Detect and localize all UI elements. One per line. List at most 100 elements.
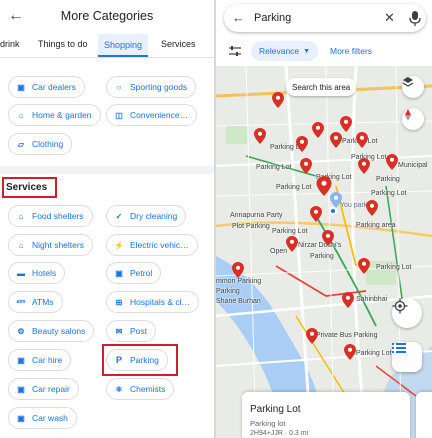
chip-electric-vehicle[interactable]: ⚡ Electric vehic…	[106, 234, 198, 256]
map-label: Parking area	[356, 222, 396, 229]
parking-pin-icon[interactable]	[310, 206, 322, 222]
beauty-icon: ⚙	[17, 326, 25, 336]
map-view[interactable]: Parking Lot Parking Lot Parking Lot Park…	[216, 66, 432, 438]
parking-pin-icon[interactable]	[366, 200, 378, 216]
parking-pin-icon[interactable]	[330, 192, 342, 208]
parking-pin-icon[interactable]	[358, 258, 370, 274]
map-canvas	[216, 66, 432, 438]
petrol-icon: ▣	[115, 268, 123, 278]
maps-panel: ← Parking ✕ Relevance ▼ More filters Par…	[216, 0, 432, 438]
chip-dry-cleaning[interactable]: ✓ Dry cleaning	[106, 205, 187, 227]
map-label: Parking Lot	[371, 190, 407, 197]
chip-label: Car repair	[32, 384, 70, 394]
chip-label: ATMs	[32, 297, 54, 307]
chip-home-garden[interactable]: ⌂ Home & garden	[8, 104, 101, 126]
chip-label: Post	[130, 326, 148, 336]
tab-shopping[interactable]: Shopping	[98, 34, 149, 57]
map-label: Shane Burhan	[216, 298, 261, 305]
search-this-area-label: Search this area	[292, 82, 351, 92]
my-location-button[interactable]	[392, 298, 422, 328]
parking-pin-icon[interactable]	[272, 92, 284, 108]
map-label: Private Bus Parking	[316, 332, 378, 339]
map-label: Parking Lot	[276, 184, 312, 191]
more-filters-button[interactable]: More filters	[330, 46, 372, 56]
map-label: mmon Parking	[216, 278, 262, 285]
dry-cleaning-icon: ✓	[115, 211, 123, 221]
night-shelter-icon: ⌂	[18, 240, 24, 250]
search-bar[interactable]: ← Parking ✕	[224, 4, 426, 32]
map-label: Parking	[376, 176, 400, 183]
page-title: More Categories	[60, 9, 154, 23]
map-label: Open	[270, 248, 288, 255]
mail-icon: ✉	[115, 326, 123, 336]
parking-pin-icon[interactable]	[340, 116, 352, 132]
parking-pin-icon[interactable]	[312, 122, 324, 138]
back-arrow-icon[interactable]: ←	[232, 10, 245, 25]
chip-car-dealers[interactable]: ▣ Car dealers	[8, 76, 85, 98]
chip-sporting-goods[interactable]: ○ Sporting goods	[106, 76, 197, 98]
tab-things-to-do[interactable]: Things to do	[38, 39, 88, 49]
map-label: Parking Lot	[376, 264, 412, 271]
parking-pin-icon[interactable]	[286, 236, 298, 252]
map-label: Annapurna Party	[230, 212, 283, 219]
chip-label: Beauty salons	[32, 326, 86, 336]
services-highlight-box	[2, 177, 57, 198]
hotel-icon: ▬	[17, 268, 25, 278]
chip-label: Sporting goods	[130, 82, 188, 92]
chip-car-repair[interactable]: ▣ Car repair	[8, 378, 79, 400]
compass-button[interactable]	[402, 108, 424, 130]
relevance-dropdown[interactable]: Relevance ▼	[251, 41, 319, 61]
chip-label: Car dealers	[32, 82, 76, 92]
chip-clothing[interactable]: ▱ Clothing	[8, 133, 73, 155]
layers-button[interactable]	[402, 76, 424, 98]
chip-label: Hospitals & cl…	[130, 297, 190, 307]
category-tabs: drink Things to do Shopping Services	[0, 34, 214, 58]
tab-services[interactable]: Services	[161, 39, 196, 49]
chip-convenience[interactable]: ◫ Convenience…	[106, 104, 198, 126]
chip-hospitals[interactable]: ⊞ Hospitals & cl…	[106, 291, 199, 313]
parking-pin-icon[interactable]	[344, 344, 356, 360]
hospital-icon: ⊞	[115, 297, 123, 307]
chip-post[interactable]: ✉ Post	[106, 320, 157, 342]
ev-charging-icon: ⚡	[114, 240, 124, 250]
parking-pin-icon[interactable]	[296, 136, 308, 152]
parking-pin-icon[interactable]	[306, 328, 318, 344]
list-view-button[interactable]	[392, 342, 422, 372]
chip-chemists[interactable]: ⚛ Chemists	[106, 378, 175, 400]
filter-sliders-icon[interactable]	[228, 44, 242, 58]
my-location-icon	[392, 298, 408, 314]
parking-pin-icon[interactable]	[330, 132, 342, 148]
chip-car-wash[interactable]: ▣ Car wash	[8, 407, 77, 429]
chip-label: Food shelters	[32, 211, 84, 221]
parking-pin-icon[interactable]	[358, 158, 370, 174]
chip-night-shelters[interactable]: ⌂ Night shelters	[8, 234, 93, 256]
parking-pin-icon[interactable]	[300, 158, 312, 174]
chip-label: Chemists	[130, 384, 166, 394]
map-label: Plot Parking	[232, 223, 270, 230]
close-icon[interactable]: ✕	[384, 10, 395, 26]
chip-label: Home & garden	[32, 110, 92, 120]
parking-pin-icon[interactable]	[322, 230, 334, 246]
parking-pin-icon[interactable]	[356, 132, 368, 148]
compass-icon	[405, 109, 411, 121]
next-result-card[interactable]	[416, 392, 432, 438]
parking-pin-icon[interactable]	[342, 292, 354, 308]
parking-pin-icon[interactable]	[232, 262, 244, 278]
car-icon: ▣	[17, 82, 25, 92]
tab-drink[interactable]: drink	[0, 39, 20, 49]
chip-food-shelters[interactable]: ⌂ Food shelters	[8, 205, 93, 227]
chip-petrol[interactable]: ▣ Petrol	[106, 262, 162, 284]
clothing-icon: ▱	[17, 139, 25, 149]
search-input[interactable]: Parking	[254, 12, 291, 24]
chip-atms[interactable]: atm ATMs	[8, 291, 63, 313]
microphone-icon[interactable]	[408, 9, 422, 27]
map-label: Parking	[216, 288, 240, 295]
parking-pin-icon[interactable]	[254, 128, 266, 144]
car-repair-icon: ▣	[17, 384, 25, 394]
result-card[interactable]: Parking Lot Parking lot 2H94+JJR · 0.3 m…	[242, 392, 410, 438]
chip-hotels[interactable]: ▬ Hotels	[8, 262, 66, 284]
search-this-area-button[interactable]: Search this area	[286, 78, 357, 96]
parking-pin-icon[interactable]	[386, 154, 398, 170]
chip-beauty-salons[interactable]: ⚙ Beauty salons	[8, 320, 95, 342]
chip-car-hire[interactable]: ▣ Car hire	[8, 349, 72, 371]
